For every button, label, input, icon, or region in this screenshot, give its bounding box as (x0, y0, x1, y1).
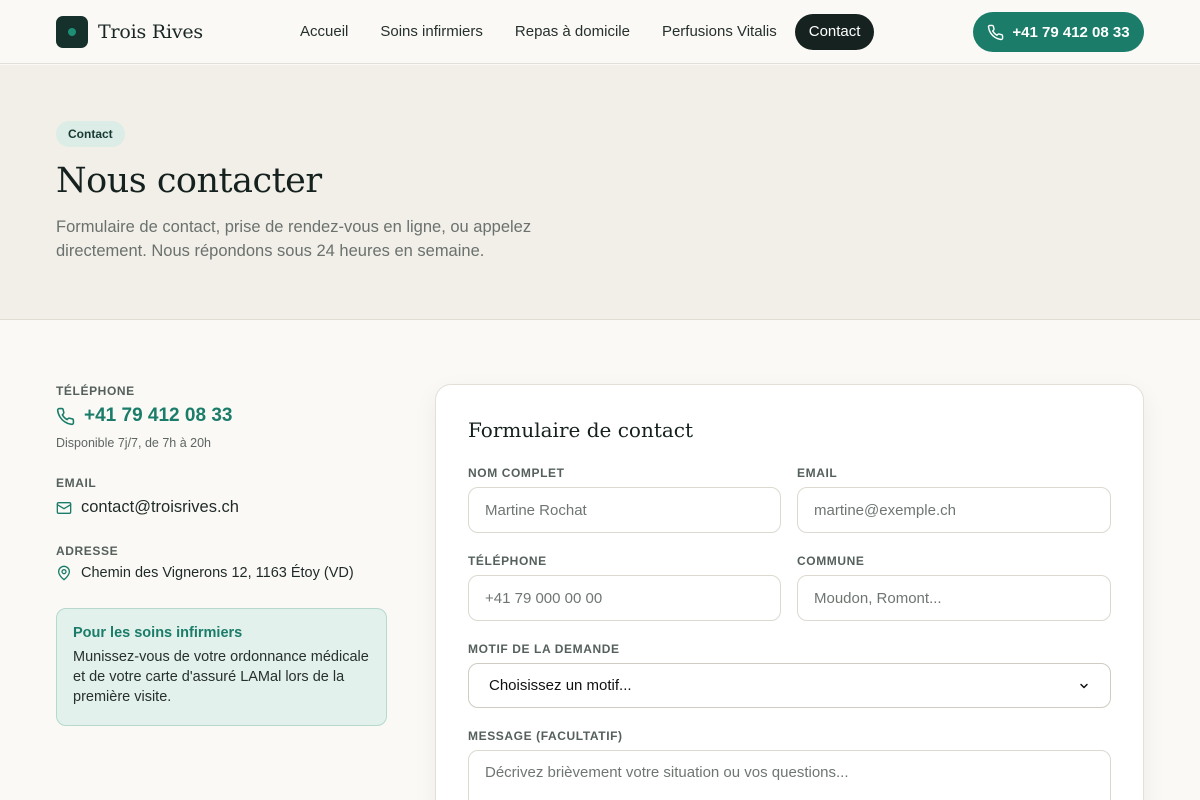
brand-logo[interactable]: Trois Rives (56, 16, 203, 48)
contact-email: contact@troisrives.ch (81, 498, 239, 516)
commune-label: COMMUNE (797, 554, 865, 568)
nav-item-perfusions-vitalis[interactable]: Perfusions Vitalis (648, 14, 791, 50)
nav-item-contact[interactable]: Contact (794, 14, 875, 50)
commune-input[interactable] (797, 575, 1111, 621)
chevron-down-icon (1080, 683, 1088, 688)
message-textarea[interactable] (468, 750, 1111, 800)
mail-icon (56, 501, 72, 514)
header-phone-label: +41 79 412 08 33 (1012, 23, 1130, 41)
contact-phone-link[interactable]: +41 79 412 08 33 (56, 405, 232, 427)
motif-selected-value: Choisissez un motif... (489, 677, 632, 694)
phone-icon (988, 24, 1004, 40)
phone-icon (56, 407, 75, 425)
map-pin-icon (58, 565, 70, 581)
logo-mark-icon (56, 16, 88, 48)
main-nav: Accueil Soins infirmiers Repas à domicil… (286, 14, 878, 50)
nursing-tip-card: Pour les soins infirmiers Munissez-vous … (56, 608, 387, 726)
contact-email-link[interactable]: contact@troisrives.ch (56, 498, 239, 517)
header-phone-button[interactable]: +41 79 412 08 33 (973, 12, 1144, 52)
site-header: Trois Rives Accueil Soins infirmiers Rep… (0, 0, 1200, 64)
email-label: EMAIL (56, 476, 97, 490)
contact-address: Chemin des Vignerons 12, 1163 Étoy (VD) (56, 565, 354, 581)
name-label: NOM COMPLET (468, 466, 565, 480)
page-subtitle: Formulaire de contact, prise de rendez-v… (56, 218, 532, 260)
nav-item-accueil[interactable]: Accueil (286, 14, 362, 50)
brand-name: Trois Rives (98, 21, 203, 43)
contact-phone-number: +41 79 412 08 33 (84, 405, 233, 426)
section-badge: Contact (56, 121, 125, 147)
contact-form-card: Formulaire de contact NOM COMPLET EMAIL … (435, 384, 1144, 800)
name-input[interactable] (468, 487, 781, 533)
message-label: MESSAGE (FACULTATIF) (468, 729, 623, 743)
phone-field-label: TÉLÉPHONE (468, 554, 547, 568)
page-title: Nous contacter (56, 161, 322, 201)
phone-label: TÉLÉPHONE (56, 384, 135, 398)
tip-title: Pour les soins infirmiers (73, 625, 243, 641)
nav-item-repas-a-domicile[interactable]: Repas à domicile (501, 14, 644, 50)
motif-label: MOTIF DE LA DEMANDE (468, 642, 620, 656)
form-title: Formulaire de contact (468, 418, 694, 442)
tip-text: Munissez-vous de votre ordonnance médica… (73, 649, 369, 705)
nav-item-soins-infirmiers[interactable]: Soins infirmiers (366, 14, 497, 50)
contact-address-text: Chemin des Vignerons 12, 1163 Étoy (VD) (81, 565, 354, 581)
phone-availability: Disponible 7j/7, de 7h à 20h (56, 436, 211, 450)
phone-input[interactable] (468, 575, 781, 621)
email-field-label: EMAIL (797, 466, 838, 480)
motif-select[interactable]: Choisissez un motif... (468, 663, 1111, 708)
email-input[interactable] (797, 487, 1111, 533)
hero-section: Contact Nous contacter Formulaire de con… (0, 65, 1200, 320)
address-label: ADRESSE (56, 544, 119, 558)
